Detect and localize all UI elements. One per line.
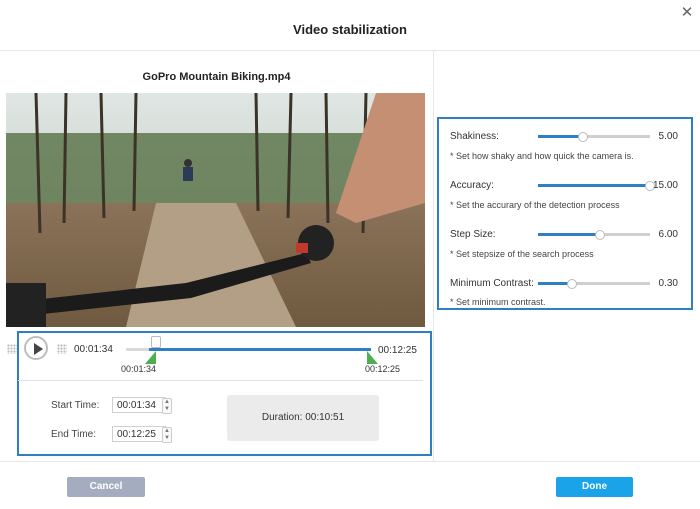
footer-divider — [0, 461, 700, 462]
video-preview — [6, 93, 425, 327]
dialog-title: Video stabilization — [293, 22, 407, 37]
accuracy-label: Accuracy: — [450, 180, 494, 191]
start-time-input[interactable] — [112, 397, 166, 413]
playhead-handle[interactable] — [151, 336, 161, 348]
trim-end-marker-label: 00:12:25 — [365, 364, 401, 374]
minimum-contrast-slider-thumb[interactable] — [566, 279, 577, 289]
trim-divider — [18, 380, 423, 381]
end-time-input[interactable] — [112, 426, 166, 442]
panel-divider — [433, 51, 434, 461]
shakiness-slider-fill — [538, 135, 583, 138]
duration-display: Duration: 00:10:51 — [227, 395, 379, 441]
end-time-stepper[interactable]: ▲ ▼ — [162, 427, 172, 443]
video-frame-image — [6, 93, 425, 327]
step-size-label: Step Size: — [450, 229, 496, 240]
drag-handle-left — [7, 344, 17, 354]
play-icon — [34, 343, 43, 355]
start-time-stepper[interactable]: ▲ ▼ — [162, 398, 172, 414]
minimum-contrast-label: Minimum Contrast: — [450, 278, 534, 289]
accuracy-slider-fill — [538, 184, 650, 187]
current-time: 00:01:34 — [74, 344, 113, 355]
shakiness-value: 5.00 — [658, 131, 678, 142]
shakiness-slider-thumb[interactable] — [577, 132, 588, 142]
minimum-contrast-value: 0.30 — [658, 278, 678, 289]
duration-value: 00:10:51 — [305, 412, 345, 423]
step-size-slider-thumb[interactable] — [594, 230, 605, 240]
shakiness-hint: * Set how shaky and how quick the camera… — [450, 151, 634, 161]
header-divider — [0, 50, 700, 51]
step-size-slider-fill — [538, 233, 600, 236]
shakiness-label: Shakiness: — [450, 131, 499, 142]
step-size-value: 6.00 — [658, 229, 678, 240]
done-button[interactable]: Done — [556, 477, 633, 497]
close-icon[interactable]: ✕ — [680, 5, 694, 20]
duration-label: Duration: — [261, 412, 303, 423]
timeline-selection — [149, 348, 371, 351]
minimum-contrast-hint: * Set minimum contrast. — [450, 297, 546, 307]
video-filename: GoPro Mountain Biking.mp4 — [142, 71, 291, 83]
end-time: 00:12:25 — [378, 345, 417, 356]
start-time-label: Start Time: — [51, 400, 100, 411]
accuracy-hint: * Set the accurary of the detection proc… — [450, 200, 620, 210]
play-button[interactable] — [24, 336, 48, 360]
accuracy-value: 15.00 — [652, 180, 678, 191]
frame-icon — [57, 344, 67, 354]
step-size-hint: * Set stepsize of the search process — [450, 249, 594, 259]
trim-start-marker-label: 00:01:34 — [121, 364, 157, 374]
end-time-label: End Time: — [51, 429, 97, 440]
cancel-button[interactable]: Cancel — [67, 477, 145, 497]
